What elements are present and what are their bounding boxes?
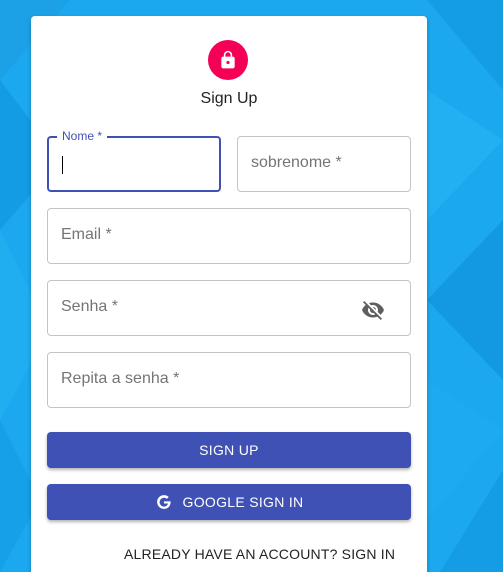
text-cursor xyxy=(62,156,63,174)
google-sign-in-button[interactable]: GOOGLE SIGN IN xyxy=(47,484,411,520)
google-icon xyxy=(156,495,171,509)
last-name-placeholder: sobrenome * xyxy=(251,154,342,171)
password-field[interactable]: Senha * xyxy=(47,280,411,336)
lock-icon xyxy=(221,50,235,69)
password-placeholder: Senha * xyxy=(61,298,118,315)
email-field[interactable]: Email * xyxy=(47,208,411,264)
last-name-field[interactable]: sobrenome * xyxy=(237,136,411,192)
sign-up-label: SIGN UP xyxy=(199,442,259,458)
google-sign-in-label: GOOGLE SIGN IN xyxy=(182,494,304,510)
confirm-password-placeholder: Repita a senha * xyxy=(61,370,180,387)
first-name-field[interactable]: Nome * xyxy=(47,129,221,192)
page-title: Sign Up xyxy=(200,90,258,107)
avatar xyxy=(208,40,248,80)
eye-off-icon[interactable] xyxy=(361,298,385,322)
signup-card: Sign Up Nome * sobrenome * Email * Senha… xyxy=(31,16,427,572)
first-name-label: Nome * xyxy=(57,129,108,143)
sign-up-button[interactable]: SIGN UP xyxy=(47,432,411,468)
email-placeholder: Email * xyxy=(61,226,112,243)
sign-in-link[interactable]: ALREADY HAVE AN ACCOUNT? SIGN IN xyxy=(124,546,395,562)
confirm-password-field[interactable]: Repita a senha * xyxy=(47,352,411,408)
